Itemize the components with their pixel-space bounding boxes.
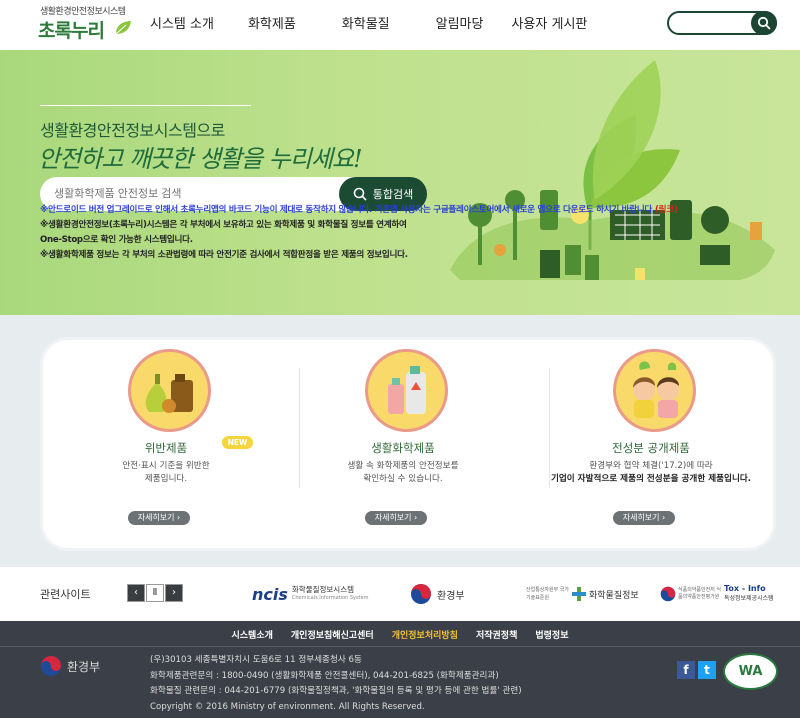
notice-system: ※생활환경안전정보(초록누리)시스템은 각 부처에서 보유하고 있는 화학제품 …: [40, 220, 407, 230]
notice-text: ※안드로이드 버전 업그레이드로 인해서 초록누리앱의 바코드 기능이 제대로 …: [40, 203, 678, 263]
hero-title: 생활환경안전정보시스템으로: [40, 121, 225, 140]
feature-section: NEW 위반제품 안전·표시 기준을 위반한 제품입니다. 자세히보기 › 생활화…: [0, 315, 800, 567]
partner-name: 독성정보제공시스템: [724, 595, 774, 602]
card-household-chemicals[interactable]: 생활화학제품 생활 속 화학제품의 안전정보를 확인하실 수 있습니다. 자세히보…: [283, 340, 523, 548]
taeguk-icon: [41, 656, 61, 676]
notice-link[interactable]: (링크): [655, 205, 678, 215]
header: 생활환경안전정보시스템 초록누리 시스템 소개 화학제품 화학물질 알림마당 사…: [0, 0, 800, 50]
detail-button[interactable]: 자세히보기 ›: [613, 511, 675, 525]
pause-button[interactable]: Ⅱ: [146, 584, 164, 602]
facebook-icon[interactable]: f: [677, 661, 695, 679]
partner-ministry-environment[interactable]: 환경부: [410, 581, 465, 607]
main-nav: 시스템 소개 화학제품 화학물질 알림마당 사용자 게시판: [150, 13, 633, 32]
related-sites-label: 관련사이트: [40, 588, 91, 601]
partner-org: 식품의약품안전처 식품의약품안전평가원: [678, 587, 721, 600]
next-button[interactable]: ›: [165, 584, 183, 602]
search-icon: [757, 16, 771, 30]
footer-copyright: Copyright © 2016 Ministry of environment…: [150, 701, 425, 712]
feature-cards: NEW 위반제품 안전·표시 기준을 위반한 제품입니다. 자세히보기 › 생활화…: [40, 337, 776, 551]
sns-links: f t: [677, 661, 719, 679]
integrated-search-label: 통합검색: [372, 188, 414, 201]
footer-link-law[interactable]: 법령정보: [535, 628, 568, 641]
card-title: 위반제품: [144, 441, 188, 455]
nav-user-board[interactable]: 사용자 게시판: [511, 13, 587, 32]
cross-icon: [572, 587, 586, 601]
card-description: 환경부와 협약 체결('17.2)에 따라 기업이 자발적으로 제품의 전성분을 …: [550, 461, 752, 484]
partner-name: 화학물질정보시스템: [291, 585, 354, 594]
hero-search-input[interactable]: [54, 186, 334, 202]
nav-chemical-products[interactable]: 화학제품: [248, 13, 296, 32]
top-search-input[interactable]: [679, 16, 749, 30]
web-accessibility-mark: WA: [723, 653, 778, 690]
partner-name: 환경부: [437, 590, 465, 602]
hero-divider: [40, 105, 251, 106]
top-search-box: [667, 11, 777, 35]
partner-chemical-info[interactable]: 산업통상자원부 국가기술표준원 화학물질정보: [526, 581, 639, 607]
footer-link-privacy-policy[interactable]: 개인정보처리방침: [392, 628, 458, 641]
search-icon: [353, 187, 367, 201]
eco-illustration: [450, 60, 775, 280]
footer-logo-text: 환경부: [67, 659, 101, 674]
footer-contact-products: 화학제품관련문의 : 1800-0490 (생활화학제품 안전콜센터), 044…: [150, 670, 499, 681]
detail-button[interactable]: 자세히보기 ›: [365, 511, 427, 525]
card-title: 생활화학제품: [371, 441, 435, 455]
notice-products: ※생활화학제품 정보는 각 부처의 소관법령에 따라 안전기준 검사에서 적합판…: [40, 250, 408, 260]
taeguk-icon: [411, 584, 431, 604]
card-full-ingredient-products[interactable]: 전성분 공개제품 환경부와 협약 체결('17.2)에 따라 기업이 자발적으로 …: [531, 340, 771, 548]
logo[interactable]: 생활환경안전정보시스템 초록누리: [38, 4, 138, 44]
card-title: 전성분 공개제품: [612, 441, 690, 455]
card-description: 안전·표시 기준을 위반한 제품입니다.: [122, 461, 210, 484]
partner-subname: Chemicals Information System: [291, 595, 369, 601]
detail-button[interactable]: 자세히보기 ›: [128, 511, 190, 525]
partner-ncis[interactable]: ncis 화학물질정보시스템 Chemicals Information Sys…: [252, 581, 368, 607]
ncis-logo: ncis: [252, 584, 288, 604]
prev-button[interactable]: ‹: [127, 584, 145, 602]
twitter-icon[interactable]: t: [698, 661, 716, 679]
footer: 시스템소개 개인정보침해신고센터 개인정보처리방침 저작권정책 법령정보 환경부…: [0, 621, 800, 718]
household-chemicals-icon: [365, 349, 448, 432]
footer-address: (우)30103 세종특별자치시 도움6로 11 정부세종청사 6동: [150, 655, 362, 665]
footer-link-copyright[interactable]: 저작권정책: [476, 628, 517, 641]
related-pager: ‹ Ⅱ ›: [127, 584, 184, 602]
footer-divider: [0, 646, 800, 647]
notice-android: ※안드로이드 버전 업그레이드로 인해서 초록누리앱의 바코드 기능이 제대로 …: [40, 205, 656, 215]
card-violation-products[interactable]: NEW 위반제품 안전·표시 기준을 위반한 제품입니다. 자세히보기 ›: [46, 340, 286, 548]
related-sites: 관련사이트 ‹ Ⅱ › ncis 화학물질정보시스템 Chemicals Inf…: [0, 567, 800, 621]
taeguk-icon: [660, 586, 676, 602]
footer-logo: 환경부: [40, 655, 100, 677]
partner-name: 화학물질정보: [589, 590, 639, 601]
tox-info-logo: Tox - Info: [724, 584, 766, 593]
hero-slogan: 안전하고 깨끗한 생활을 누리세요!: [38, 145, 363, 173]
nav-system-intro[interactable]: 시스템 소개: [150, 13, 214, 32]
full-ingredient-icon: [613, 349, 696, 432]
notice-onestop: One-Stop으로 확인 가능한 시스템입니다.: [40, 235, 193, 245]
footer-link-system[interactable]: 시스템소개: [232, 628, 273, 641]
partner-tox-info[interactable]: 식품의약품안전처 식품의약품안전평가원 Tox - Info 독성정보제공시스템: [660, 581, 774, 607]
nav-chemical-substances[interactable]: 화학물질: [342, 13, 390, 32]
footer-links: 시스템소개 개인정보침해신고센터 개인정보처리방침 저작권정책 법령정보: [0, 628, 800, 641]
footer-contact-substances: 화학물질 관련문의 : 044-201-6779 (화학물질정책과, '화학물질…: [150, 686, 522, 696]
violation-products-icon: [128, 349, 211, 432]
nav-notice[interactable]: 알림마당: [436, 13, 484, 32]
logo-title: 초록누리: [38, 20, 105, 42]
footer-link-privacy-report[interactable]: 개인정보침해신고센터: [291, 628, 374, 641]
leaf-icon: [115, 21, 131, 35]
footer-info: (우)30103 세종특별자치시 도움6로 11 정부세종청사 6동 화학제품관…: [150, 653, 522, 715]
partner-org: 산업통상자원부 국가기술표준원: [526, 587, 569, 601]
card-description: 생활 속 화학제품의 안전정보를 확인하실 수 있습니다.: [347, 461, 459, 484]
top-search-button[interactable]: [751, 11, 777, 35]
